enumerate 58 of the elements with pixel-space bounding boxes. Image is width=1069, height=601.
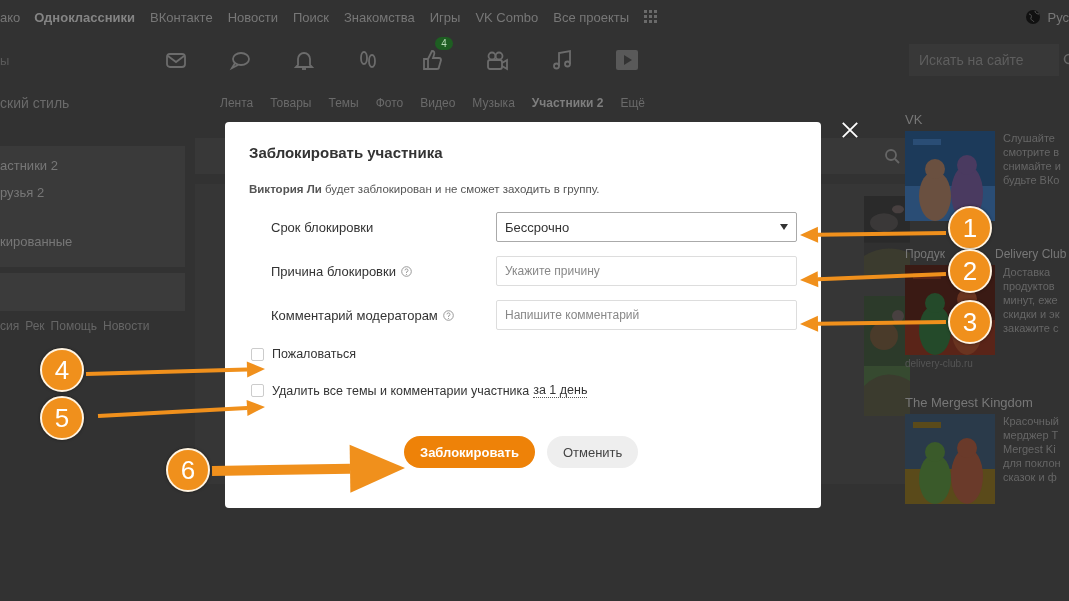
cancel-button[interactable]: Отменить — [546, 436, 639, 468]
period-link[interactable]: за 1 день — [533, 383, 588, 398]
group-tab[interactable]: Участники 2 — [531, 96, 604, 110]
nav-link[interactable]: Одноклассники — [34, 9, 136, 25]
nav-link[interactable]: Все проекты — [553, 9, 630, 25]
chat-icon[interactable] — [229, 49, 252, 71]
input-field[interactable]: Укажите причину — [496, 256, 797, 286]
ad-title[interactable]: The Mergest Kingdom — [905, 395, 1065, 410]
group-tab[interactable]: Видео — [420, 96, 456, 110]
help-icon[interactable] — [401, 265, 412, 277]
globe-icon[interactable] — [1025, 9, 1042, 25]
step-badge: 6 — [166, 448, 210, 492]
dialog-message: Виктория Ли будет заблокирован и не сможет заходить в группу. — [249, 183, 601, 195]
field-label: Срок блокировки — [271, 219, 374, 235]
group-tab[interactable]: Фото — [375, 96, 404, 110]
count-badge: 4 — [435, 37, 453, 50]
help-icon[interactable] — [442, 309, 454, 321]
step-badge: 5 — [40, 396, 84, 440]
checkbox[interactable] — [251, 384, 264, 397]
menu-item[interactable]: астники 2 — [0, 152, 185, 179]
input-field[interactable]: Напишите комментарий — [496, 300, 797, 330]
group-tab[interactable]: Темы — [328, 96, 359, 110]
block-button[interactable]: Заблокировать — [404, 436, 535, 468]
nav-link[interactable]: VK Combo — [475, 9, 539, 25]
video-play-icon[interactable] — [615, 49, 640, 71]
language-link[interactable]: Рус — [1047, 9, 1069, 25]
nav-link[interactable]: Новости — [227, 9, 278, 25]
checkbox[interactable] — [251, 347, 264, 361]
menu-item[interactable]: рузья 2 — [0, 179, 185, 206]
nav-link[interactable]: Знакомства — [344, 9, 415, 25]
checkbox-label: Пожаловаться — [272, 347, 356, 361]
group-tab[interactable]: Ещё — [620, 96, 646, 110]
dialog-title: Заблокировать участника — [249, 144, 444, 161]
nav-link[interactable]: Игры — [429, 9, 461, 25]
search-icon[interactable] — [884, 148, 900, 164]
caret-icon[interactable] — [780, 224, 788, 230]
group-tab[interactable]: Музыка — [472, 96, 515, 110]
group-name[interactable]: ский стиль — [0, 86, 185, 120]
close-icon[interactable] — [841, 121, 859, 139]
ad-title[interactable]: VK — [905, 112, 1065, 127]
grid-icon[interactable] — [644, 10, 659, 24]
menu-item[interactable]: кированные — [0, 228, 185, 261]
field-label: Причина блокировки — [271, 263, 396, 279]
ad-title[interactable]: Delivery Club — [994, 247, 1067, 261]
group-tab[interactable]: Лента — [220, 96, 254, 110]
nav-link[interactable]: ако — [0, 9, 21, 25]
step-badge: 4 — [40, 348, 84, 392]
nav-link[interactable]: Поиск — [293, 9, 329, 25]
video-camera-icon[interactable] — [485, 49, 510, 71]
dropdown[interactable]: Бессрочно — [496, 212, 797, 242]
nav-link[interactable]: ВКонтакте — [150, 9, 213, 25]
field-label: Комментарий модераторам — [271, 307, 438, 323]
thumb-up-icon[interactable] — [421, 49, 444, 71]
ad-title[interactable]: Продук — [905, 247, 945, 261]
music-icon[interactable] — [551, 49, 574, 71]
bell-icon[interactable] — [293, 49, 316, 71]
checkbox-label: Удалить все темы и комментарии участника — [272, 383, 530, 398]
group-tab[interactable]: Товары — [270, 96, 312, 110]
